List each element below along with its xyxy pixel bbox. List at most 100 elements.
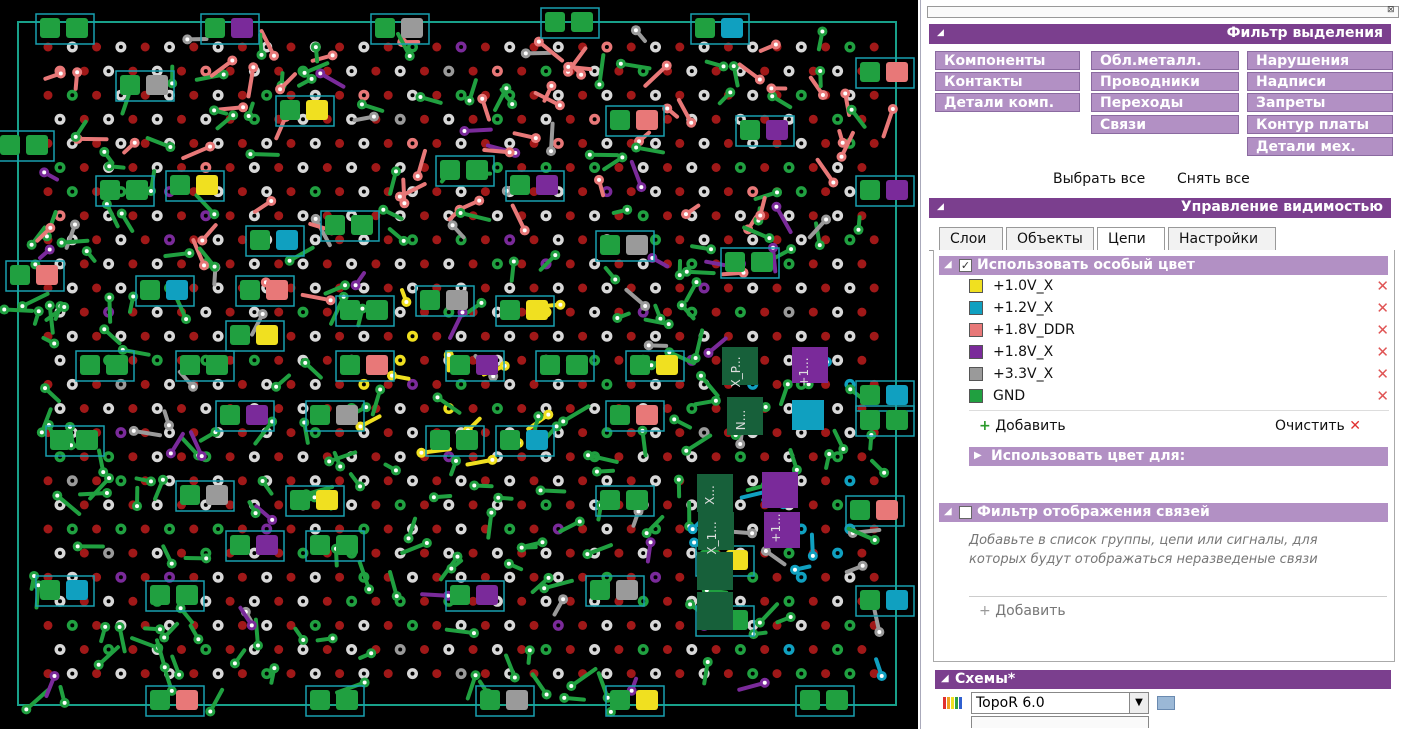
filter-button-labels[interactable]: Надписи (1247, 72, 1393, 91)
via[interactable] (712, 163, 721, 172)
via[interactable] (274, 645, 283, 654)
via[interactable] (128, 645, 137, 654)
component-pad[interactable] (240, 280, 260, 300)
chevron-down-icon[interactable]: ▼ (1129, 693, 1148, 713)
via[interactable] (530, 525, 539, 534)
via[interactable] (44, 476, 53, 485)
via[interactable] (481, 235, 490, 244)
via[interactable] (857, 356, 866, 365)
via[interactable] (809, 163, 818, 172)
via[interactable] (517, 115, 526, 124)
component-pad[interactable] (126, 180, 148, 200)
component-pad[interactable] (206, 355, 228, 375)
tab-settings[interactable]: Настройки (1168, 227, 1276, 251)
via[interactable] (578, 621, 587, 630)
via[interactable] (287, 573, 296, 582)
component-pad[interactable] (336, 535, 358, 555)
via[interactable] (675, 332, 684, 341)
via[interactable] (773, 669, 782, 678)
via[interactable] (189, 91, 198, 100)
via[interactable] (627, 669, 636, 678)
link-filter-section[interactable]: ◢ Фильтр отображения связей (939, 503, 1388, 522)
component-pad[interactable] (860, 385, 880, 405)
component-pad[interactable] (310, 690, 330, 710)
via[interactable] (92, 476, 101, 485)
via[interactable] (432, 91, 441, 100)
via[interactable] (821, 525, 830, 534)
delete-icon[interactable]: ✕ (1376, 277, 1389, 295)
via[interactable] (530, 284, 539, 293)
via[interactable] (870, 573, 879, 582)
delete-icon[interactable]: ✕ (1376, 321, 1389, 339)
component-pad[interactable] (230, 535, 250, 555)
via[interactable] (675, 187, 684, 196)
via[interactable] (773, 428, 782, 437)
component-pad[interactable] (336, 405, 358, 425)
via[interactable] (384, 428, 393, 437)
pcb-canvas[interactable]: X_P...+1...N...X...+1...X_1... (0, 0, 918, 729)
collapse-triangle-icon[interactable]: ◢ (937, 202, 944, 212)
via[interactable] (627, 187, 636, 196)
component-pad[interactable] (10, 265, 30, 285)
use-color-for-section[interactable]: ▶ Использовать цвет для: (969, 447, 1388, 466)
component-pad[interactable] (50, 430, 70, 450)
via[interactable] (432, 332, 441, 341)
via[interactable] (189, 525, 198, 534)
via[interactable] (724, 284, 733, 293)
via[interactable] (274, 211, 283, 220)
via[interactable] (578, 428, 587, 437)
deselect-all-link[interactable]: Снять все (1177, 171, 1250, 187)
tab-nets[interactable]: Цепи (1097, 227, 1165, 252)
component-pad[interactable] (180, 355, 200, 375)
via[interactable] (323, 356, 332, 365)
via[interactable] (870, 91, 879, 100)
component-pad[interactable] (636, 110, 658, 130)
via[interactable] (323, 645, 332, 654)
component-pad[interactable] (860, 410, 880, 430)
component-pad[interactable] (375, 18, 395, 38)
filter-button-components[interactable]: Компоненты (935, 51, 1080, 70)
via[interactable] (323, 308, 332, 317)
via[interactable] (371, 452, 380, 461)
component-pad[interactable] (290, 490, 310, 510)
via[interactable] (675, 428, 684, 437)
net-color-swatch[interactable] (969, 323, 983, 337)
via[interactable] (335, 187, 344, 196)
via[interactable] (335, 91, 344, 100)
via[interactable] (760, 597, 769, 606)
component-pad[interactable] (450, 585, 470, 605)
component-pad[interactable] (850, 500, 870, 520)
via[interactable] (274, 452, 283, 461)
via[interactable] (287, 476, 296, 485)
collapse-triangle-icon[interactable]: ◢ (941, 673, 949, 684)
component-pad[interactable] (540, 355, 560, 375)
via[interactable] (712, 645, 721, 654)
via[interactable] (663, 308, 672, 317)
via[interactable] (469, 67, 478, 76)
via[interactable] (517, 356, 526, 365)
via[interactable] (663, 597, 672, 606)
via[interactable] (469, 404, 478, 413)
via[interactable] (724, 139, 733, 148)
via[interactable] (469, 115, 478, 124)
delete-icon[interactable]: ✕ (1376, 299, 1389, 317)
via[interactable] (432, 476, 441, 485)
component-pad[interactable] (106, 355, 128, 375)
filter-button-copper-areas[interactable]: Обл.металл. (1091, 51, 1239, 70)
via[interactable] (517, 500, 526, 509)
via[interactable] (614, 645, 623, 654)
via[interactable] (432, 621, 441, 630)
via[interactable] (857, 163, 866, 172)
component-pad[interactable] (420, 290, 440, 310)
via[interactable] (675, 284, 684, 293)
component-pad[interactable] (566, 355, 588, 375)
via[interactable] (663, 211, 672, 220)
via[interactable] (809, 645, 818, 654)
via[interactable] (663, 645, 672, 654)
component-pad[interactable] (480, 690, 500, 710)
via[interactable] (420, 259, 429, 268)
scheme-secondary-field[interactable] (971, 716, 1149, 728)
via[interactable] (821, 669, 830, 678)
via[interactable] (335, 669, 344, 678)
via[interactable] (384, 235, 393, 244)
